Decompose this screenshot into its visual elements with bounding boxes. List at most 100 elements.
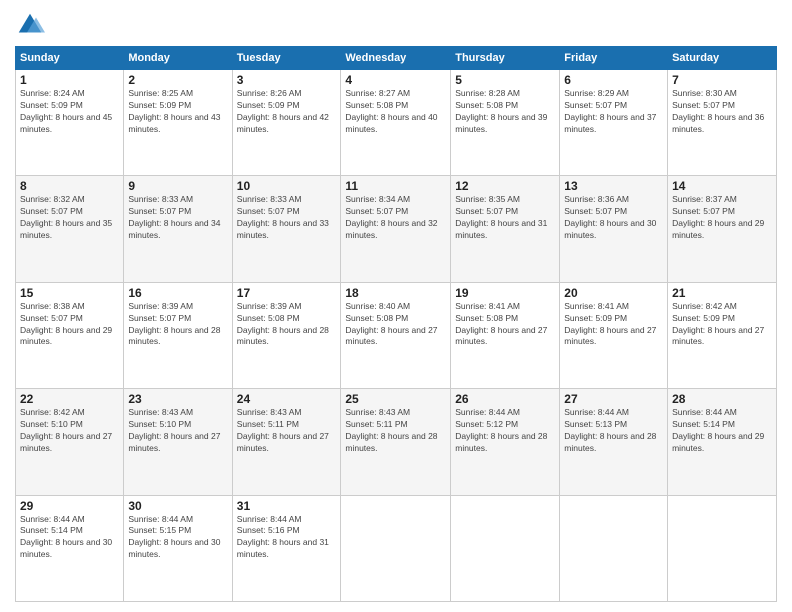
day-number: 7 — [672, 73, 772, 87]
calendar-cell — [668, 495, 777, 601]
day-number: 18 — [345, 286, 446, 300]
calendar-cell: 23Sunrise: 8:43 AMSunset: 5:10 PMDayligh… — [124, 389, 232, 495]
day-number: 16 — [128, 286, 227, 300]
day-info: Sunrise: 8:44 AMSunset: 5:15 PMDaylight:… — [128, 514, 220, 560]
day-number: 22 — [20, 392, 119, 406]
logo — [15, 10, 49, 40]
day-number: 8 — [20, 179, 119, 193]
day-info: Sunrise: 8:32 AMSunset: 5:07 PMDaylight:… — [20, 194, 112, 240]
calendar-cell: 29Sunrise: 8:44 AMSunset: 5:14 PMDayligh… — [16, 495, 124, 601]
day-info: Sunrise: 8:42 AMSunset: 5:10 PMDaylight:… — [20, 407, 112, 453]
calendar-cell: 22Sunrise: 8:42 AMSunset: 5:10 PMDayligh… — [16, 389, 124, 495]
day-info: Sunrise: 8:33 AMSunset: 5:07 PMDaylight:… — [128, 194, 220, 240]
day-number: 19 — [455, 286, 555, 300]
day-info: Sunrise: 8:26 AMSunset: 5:09 PMDaylight:… — [237, 88, 329, 134]
calendar-cell: 17Sunrise: 8:39 AMSunset: 5:08 PMDayligh… — [232, 282, 341, 388]
day-info: Sunrise: 8:39 AMSunset: 5:07 PMDaylight:… — [128, 301, 220, 347]
day-number: 14 — [672, 179, 772, 193]
calendar-week-5: 29Sunrise: 8:44 AMSunset: 5:14 PMDayligh… — [16, 495, 777, 601]
day-number: 25 — [345, 392, 446, 406]
calendar-header-monday: Monday — [124, 47, 232, 70]
day-info: Sunrise: 8:30 AMSunset: 5:07 PMDaylight:… — [672, 88, 764, 134]
calendar-body: 1Sunrise: 8:24 AMSunset: 5:09 PMDaylight… — [16, 70, 777, 602]
day-info: Sunrise: 8:24 AMSunset: 5:09 PMDaylight:… — [20, 88, 112, 134]
calendar-header-saturday: Saturday — [668, 47, 777, 70]
calendar-cell: 20Sunrise: 8:41 AMSunset: 5:09 PMDayligh… — [560, 282, 668, 388]
day-info: Sunrise: 8:40 AMSunset: 5:08 PMDaylight:… — [345, 301, 437, 347]
day-number: 17 — [237, 286, 337, 300]
calendar-cell: 31Sunrise: 8:44 AMSunset: 5:16 PMDayligh… — [232, 495, 341, 601]
calendar-cell: 6Sunrise: 8:29 AMSunset: 5:07 PMDaylight… — [560, 70, 668, 176]
header — [15, 10, 777, 40]
day-number: 5 — [455, 73, 555, 87]
day-number: 13 — [564, 179, 663, 193]
day-number: 30 — [128, 499, 227, 513]
day-number: 20 — [564, 286, 663, 300]
calendar-cell — [560, 495, 668, 601]
day-info: Sunrise: 8:44 AMSunset: 5:14 PMDaylight:… — [20, 514, 112, 560]
day-number: 29 — [20, 499, 119, 513]
day-info: Sunrise: 8:29 AMSunset: 5:07 PMDaylight:… — [564, 88, 656, 134]
calendar-cell: 30Sunrise: 8:44 AMSunset: 5:15 PMDayligh… — [124, 495, 232, 601]
calendar-cell: 27Sunrise: 8:44 AMSunset: 5:13 PMDayligh… — [560, 389, 668, 495]
calendar-cell: 11Sunrise: 8:34 AMSunset: 5:07 PMDayligh… — [341, 176, 451, 282]
calendar-cell: 10Sunrise: 8:33 AMSunset: 5:07 PMDayligh… — [232, 176, 341, 282]
day-info: Sunrise: 8:43 AMSunset: 5:11 PMDaylight:… — [345, 407, 437, 453]
day-info: Sunrise: 8:44 AMSunset: 5:14 PMDaylight:… — [672, 407, 764, 453]
day-number: 9 — [128, 179, 227, 193]
calendar-header-sunday: Sunday — [16, 47, 124, 70]
calendar-header-friday: Friday — [560, 47, 668, 70]
day-info: Sunrise: 8:35 AMSunset: 5:07 PMDaylight:… — [455, 194, 547, 240]
calendar-week-3: 15Sunrise: 8:38 AMSunset: 5:07 PMDayligh… — [16, 282, 777, 388]
calendar-cell: 26Sunrise: 8:44 AMSunset: 5:12 PMDayligh… — [451, 389, 560, 495]
day-info: Sunrise: 8:39 AMSunset: 5:08 PMDaylight:… — [237, 301, 329, 347]
calendar-cell: 8Sunrise: 8:32 AMSunset: 5:07 PMDaylight… — [16, 176, 124, 282]
day-info: Sunrise: 8:44 AMSunset: 5:12 PMDaylight:… — [455, 407, 547, 453]
calendar-cell: 25Sunrise: 8:43 AMSunset: 5:11 PMDayligh… — [341, 389, 451, 495]
day-info: Sunrise: 8:43 AMSunset: 5:11 PMDaylight:… — [237, 407, 329, 453]
day-number: 10 — [237, 179, 337, 193]
calendar-table: SundayMondayTuesdayWednesdayThursdayFrid… — [15, 46, 777, 602]
calendar-header-row: SundayMondayTuesdayWednesdayThursdayFrid… — [16, 47, 777, 70]
day-number: 2 — [128, 73, 227, 87]
calendar-header-wednesday: Wednesday — [341, 47, 451, 70]
day-number: 11 — [345, 179, 446, 193]
day-info: Sunrise: 8:44 AMSunset: 5:13 PMDaylight:… — [564, 407, 656, 453]
day-number: 27 — [564, 392, 663, 406]
day-info: Sunrise: 8:41 AMSunset: 5:08 PMDaylight:… — [455, 301, 547, 347]
calendar-week-4: 22Sunrise: 8:42 AMSunset: 5:10 PMDayligh… — [16, 389, 777, 495]
calendar-cell: 3Sunrise: 8:26 AMSunset: 5:09 PMDaylight… — [232, 70, 341, 176]
day-number: 31 — [237, 499, 337, 513]
day-info: Sunrise: 8:41 AMSunset: 5:09 PMDaylight:… — [564, 301, 656, 347]
day-number: 12 — [455, 179, 555, 193]
day-number: 6 — [564, 73, 663, 87]
day-info: Sunrise: 8:33 AMSunset: 5:07 PMDaylight:… — [237, 194, 329, 240]
calendar-cell — [341, 495, 451, 601]
page: SundayMondayTuesdayWednesdayThursdayFrid… — [0, 0, 792, 612]
day-info: Sunrise: 8:28 AMSunset: 5:08 PMDaylight:… — [455, 88, 547, 134]
day-info: Sunrise: 8:42 AMSunset: 5:09 PMDaylight:… — [672, 301, 764, 347]
day-number: 21 — [672, 286, 772, 300]
day-info: Sunrise: 8:36 AMSunset: 5:07 PMDaylight:… — [564, 194, 656, 240]
calendar-cell: 18Sunrise: 8:40 AMSunset: 5:08 PMDayligh… — [341, 282, 451, 388]
day-info: Sunrise: 8:38 AMSunset: 5:07 PMDaylight:… — [20, 301, 112, 347]
day-info: Sunrise: 8:27 AMSunset: 5:08 PMDaylight:… — [345, 88, 437, 134]
calendar-cell: 19Sunrise: 8:41 AMSunset: 5:08 PMDayligh… — [451, 282, 560, 388]
calendar-cell: 7Sunrise: 8:30 AMSunset: 5:07 PMDaylight… — [668, 70, 777, 176]
logo-icon — [15, 10, 45, 40]
day-number: 28 — [672, 392, 772, 406]
calendar-header: SundayMondayTuesdayWednesdayThursdayFrid… — [16, 47, 777, 70]
calendar-cell: 24Sunrise: 8:43 AMSunset: 5:11 PMDayligh… — [232, 389, 341, 495]
calendar-header-tuesday: Tuesday — [232, 47, 341, 70]
calendar-cell: 13Sunrise: 8:36 AMSunset: 5:07 PMDayligh… — [560, 176, 668, 282]
calendar-cell: 16Sunrise: 8:39 AMSunset: 5:07 PMDayligh… — [124, 282, 232, 388]
calendar-cell: 28Sunrise: 8:44 AMSunset: 5:14 PMDayligh… — [668, 389, 777, 495]
day-number: 24 — [237, 392, 337, 406]
calendar-cell: 21Sunrise: 8:42 AMSunset: 5:09 PMDayligh… — [668, 282, 777, 388]
calendar-week-2: 8Sunrise: 8:32 AMSunset: 5:07 PMDaylight… — [16, 176, 777, 282]
day-number: 4 — [345, 73, 446, 87]
calendar-cell: 9Sunrise: 8:33 AMSunset: 5:07 PMDaylight… — [124, 176, 232, 282]
calendar-header-thursday: Thursday — [451, 47, 560, 70]
calendar-cell: 4Sunrise: 8:27 AMSunset: 5:08 PMDaylight… — [341, 70, 451, 176]
day-number: 23 — [128, 392, 227, 406]
